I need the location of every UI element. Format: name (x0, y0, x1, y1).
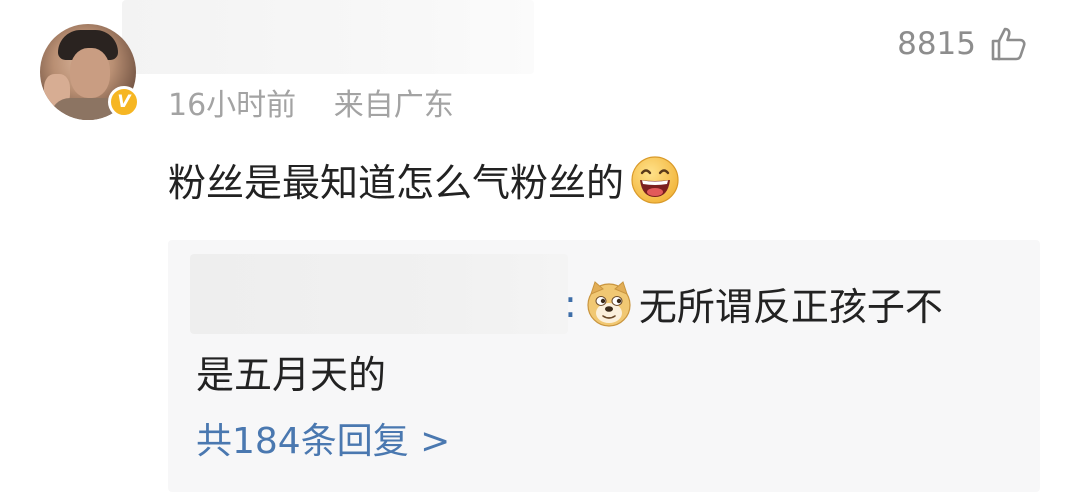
comment-text-row: 粉丝是最知道怎么气粉丝的 (168, 152, 680, 207)
reply-text-line2: 是五月天的 (196, 353, 387, 397)
verified-badge-icon: V (108, 86, 140, 118)
avatar-face (70, 48, 110, 98)
username-blurred[interactable] (122, 0, 534, 74)
reply-colon: : (564, 281, 577, 326)
comment-card: V 16小时前 来自广东 8815 粉丝是最知道怎么气粉丝的: 无所谓反正孩子… (0, 0, 1080, 500)
doge-emoji-icon (587, 280, 631, 327)
comment-time: 16小时前 (168, 88, 297, 123)
view-all-replies-link[interactable]: 共184条回复 > (196, 412, 450, 464)
like-button[interactable]: 8815 (897, 24, 1028, 64)
reply-preview-box[interactable]: : 无所谓反正孩子不 是五月天的 共184条回复 > (168, 240, 1040, 492)
comment-text: 粉丝是最知道怎么气粉丝的 (168, 161, 625, 205)
reply-text-line1: 无所谓反正孩子不 (638, 285, 943, 329)
reply-username-blurred[interactable] (190, 254, 568, 334)
laughing-emoji-icon (631, 155, 679, 204)
reply-first-line: : 无所谓反正孩子不 (564, 276, 943, 331)
comment-location: 来自广东 (333, 88, 454, 123)
comment-meta: 16小时前 来自广东 (168, 80, 482, 124)
like-count: 8815 (897, 26, 976, 62)
thumbs-up-icon (991, 27, 1026, 61)
